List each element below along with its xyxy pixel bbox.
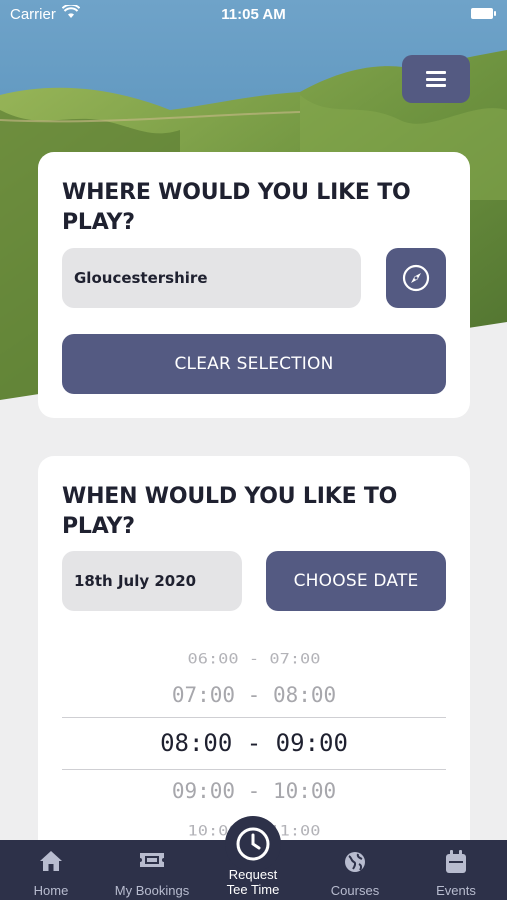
battery-icon	[471, 8, 496, 19]
date-field[interactable]: 18th July 2020	[62, 551, 242, 611]
date-value: 18th July 2020	[74, 572, 197, 590]
tab-request-label: Request Tee Time	[226, 867, 280, 897]
clock-button	[225, 816, 281, 872]
home-icon	[40, 851, 62, 871]
picker-divider	[62, 717, 446, 718]
ticket-icon	[140, 853, 164, 867]
tab-home-label: Home	[33, 883, 69, 898]
tab-courses-label: Courses	[330, 883, 380, 898]
tab-my-bookings-label: My Bookings	[114, 883, 190, 898]
tab-events[interactable]: Events	[406, 840, 506, 900]
location-value: Gloucestershire	[74, 269, 208, 287]
clock-icon	[236, 827, 270, 861]
choose-date-button[interactable]: CHOOSE DATE	[266, 551, 446, 611]
status-time: 11:05 AM	[221, 6, 286, 23]
tab-courses[interactable]: Courses	[305, 840, 405, 900]
locate-me-button[interactable]	[386, 248, 446, 308]
where-card: WHERE WOULD YOU LIKE TO PLAY? Gloucester…	[38, 152, 470, 418]
when-title: WHEN WOULD YOU LIKE TO PLAY?	[62, 484, 398, 539]
time-option[interactable]: 06:00 - 07:00	[62, 651, 446, 668]
tab-home[interactable]: Home	[1, 840, 101, 900]
clear-selection-button[interactable]: CLEAR SELECTION	[62, 334, 446, 394]
hamburger-menu-icon	[426, 71, 446, 87]
status-bar: Carrier 11:05 AM	[0, 0, 507, 28]
menu-button[interactable]	[402, 55, 470, 103]
tab-events-label: Events	[436, 883, 476, 898]
compass-icon	[402, 264, 430, 292]
picker-divider	[62, 769, 446, 770]
tab-my-bookings[interactable]: My Bookings	[102, 840, 202, 900]
when-card: WHEN WOULD YOU LIKE TO PLAY? 18th July 2…	[38, 456, 470, 876]
time-option[interactable]: 09:00 - 10:00	[62, 779, 446, 803]
tab-request-tee-time[interactable]: Request Tee Time	[203, 816, 303, 900]
tab-bar: Home My Bookings Request Tee Time Course…	[0, 816, 507, 900]
time-option-selected[interactable]: 08:00 - 09:00	[62, 729, 446, 757]
time-option[interactable]: 07:00 - 08:00	[62, 683, 446, 707]
location-field[interactable]: Gloucestershire	[62, 248, 361, 308]
calendar-icon	[446, 850, 466, 873]
globe-icon	[345, 852, 365, 872]
where-title: WHERE WOULD YOU LIKE TO PLAY?	[62, 180, 411, 235]
